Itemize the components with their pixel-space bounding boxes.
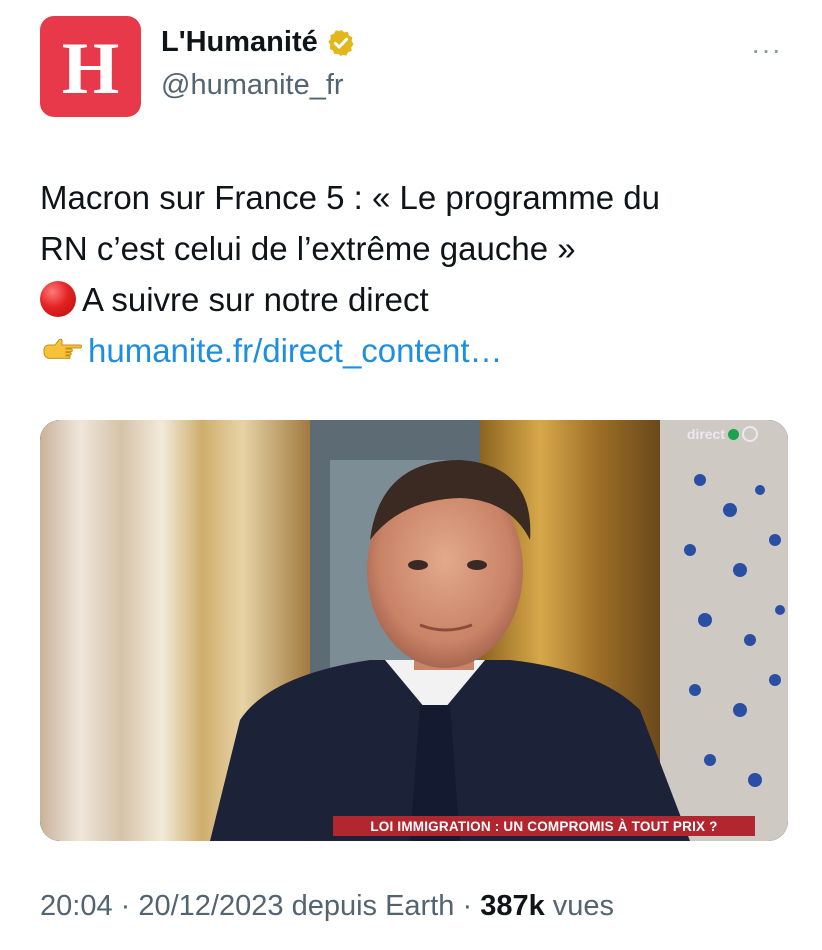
meta-separator: · <box>112 890 139 922</box>
author-handle[interactable]: @humanite_fr <box>161 69 344 102</box>
display-name[interactable]: L'Humanité <box>161 26 318 59</box>
direct-link[interactable]: humanite.fr/direct_content… <box>88 332 503 369</box>
author-name-row[interactable]: L'Humanité <box>161 26 356 59</box>
tweet-line-3-text: A suivre sur notre direct <box>82 281 429 318</box>
tweet-line-4: humanite.fr/direct_content… <box>40 325 790 376</box>
channel-watermark: direct <box>687 426 758 442</box>
meta-separator: · <box>454 890 481 922</box>
pointing-hand-icon <box>43 338 82 359</box>
tweet-time[interactable]: 20:04 <box>40 890 113 922</box>
tweet-meta: 20:04 · 20/12/2023 depuis Earth · 387k v… <box>40 890 614 923</box>
tweet-media-image[interactable]: direct LOI IMMIGRATION : UN COMPROMIS À … <box>40 420 788 841</box>
verified-badge-icon <box>328 29 354 56</box>
avatar-letter: H <box>61 27 120 110</box>
views-count[interactable]: 387k <box>480 890 545 922</box>
tweet-line-1: Macron sur France 5 : « Le programme du <box>40 179 660 216</box>
news-banner: LOI IMMIGRATION : UN COMPROMIS À TOUT PR… <box>333 816 755 836</box>
views-label: vues <box>544 890 615 922</box>
watermark-text: direct <box>686 426 725 442</box>
live-dot-icon <box>728 428 739 440</box>
tweet-header: H L'Humanité @humanite_fr ··· <box>40 16 792 117</box>
tweet-date[interactable]: 20/12/2023 <box>138 890 283 922</box>
video-frame-illustration <box>40 420 788 841</box>
red-circle-icon <box>40 281 76 317</box>
tweet-line-3: A suivre sur notre direct <box>40 274 790 325</box>
tweet-source: depuis Earth <box>283 890 455 922</box>
channel-logo-icon <box>742 426 758 442</box>
avatar[interactable]: H <box>40 16 141 117</box>
tweet-text: Macron sur France 5 : « Le programme du … <box>40 172 790 376</box>
more-options-icon[interactable]: ··· <box>751 36 782 64</box>
tweet-line-2: RN c’est celui de l’extrême gauche » <box>40 230 576 267</box>
